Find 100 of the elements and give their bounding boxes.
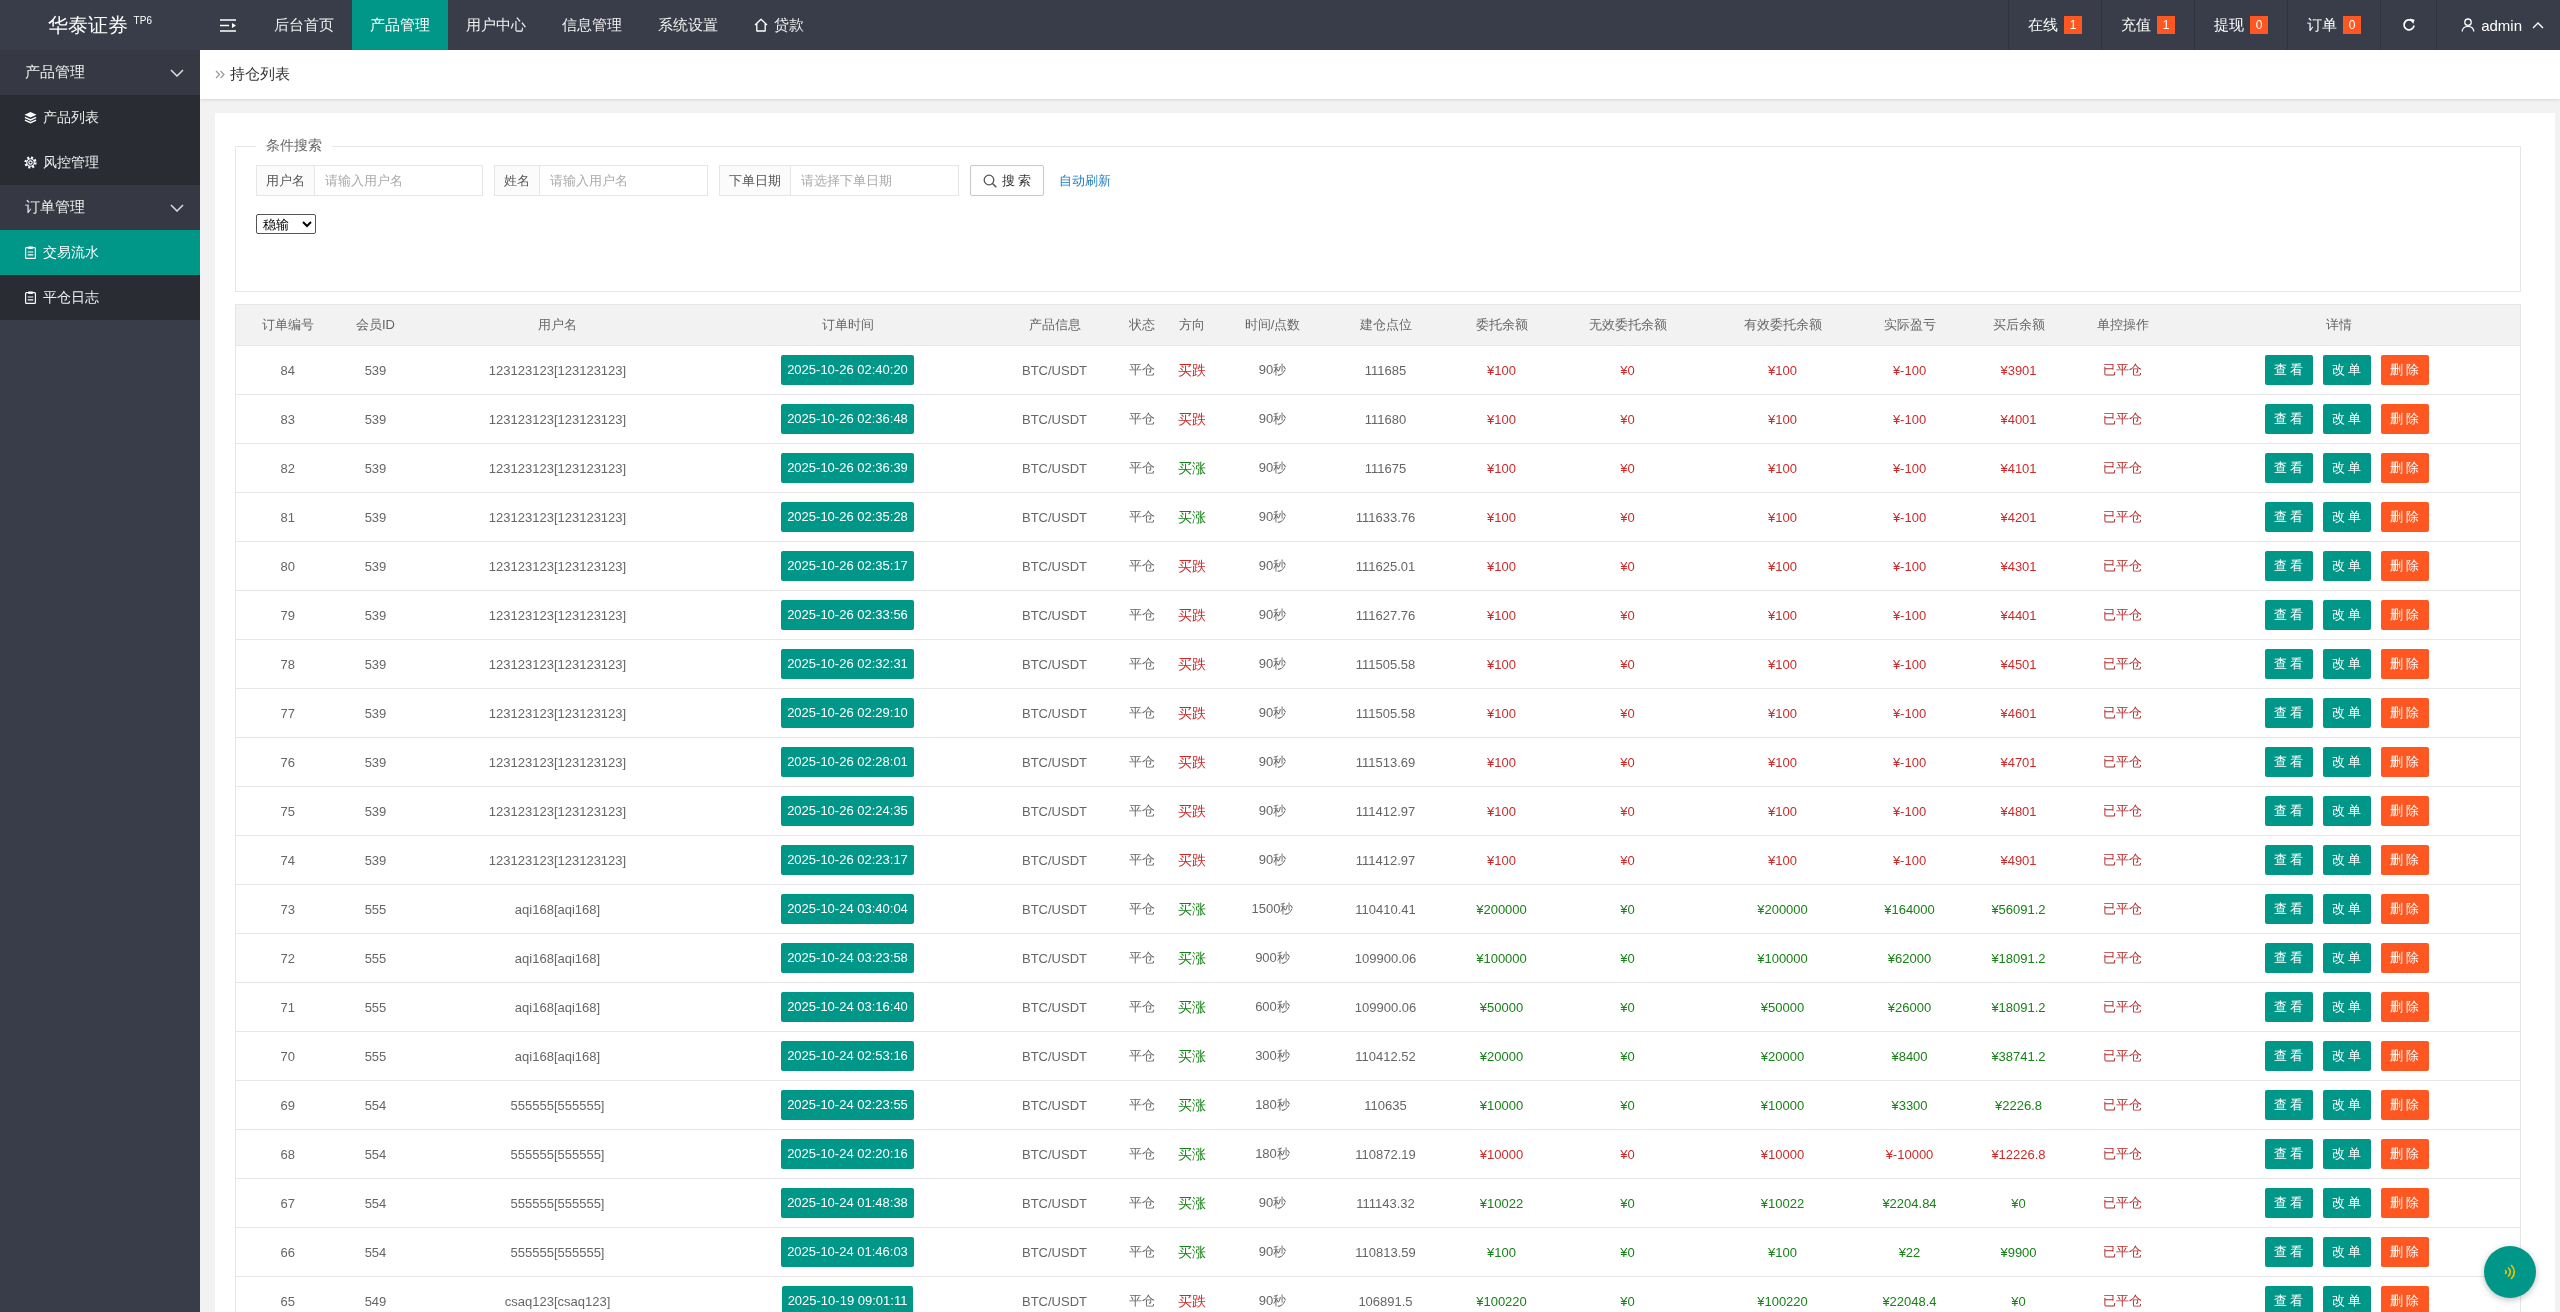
sidebar-item[interactable]: 产品列表 (0, 95, 200, 140)
row-action-button[interactable]: 删除 (2380, 747, 2429, 777)
search-icon (982, 173, 997, 188)
row-action-button[interactable]: 查看 (2264, 404, 2313, 434)
row-action-button[interactable]: 查看 (2264, 747, 2313, 777)
sidebar-item[interactable]: 风控管理 (0, 140, 200, 185)
row-action-button[interactable]: 改单 (2322, 1041, 2371, 1071)
row-action-button[interactable]: 查看 (2264, 943, 2313, 973)
table-cell: 平仓 (1117, 1129, 1166, 1179)
row-action-button[interactable]: 改单 (2322, 845, 2371, 875)
row-action-button[interactable]: 删除 (2380, 1237, 2429, 1267)
row-action-button[interactable]: 删除 (2380, 992, 2429, 1022)
row-action-button[interactable]: 删除 (2380, 600, 2429, 630)
row-action-button[interactable]: 改单 (2322, 649, 2371, 679)
row-action-button[interactable]: 改单 (2322, 551, 2371, 581)
nav-tab[interactable]: 贷款 (736, 0, 822, 50)
row-action-button[interactable]: 查看 (2264, 1237, 2313, 1267)
breadcrumb-item[interactable]: 持仓列表 (230, 65, 290, 84)
row-action-button[interactable]: 查看 (2264, 355, 2313, 385)
table-cell: ¥56091.2 (1949, 884, 2088, 934)
row-action-button[interactable]: 改单 (2322, 502, 2371, 532)
row-action-button[interactable]: 改单 (2322, 1286, 2371, 1312)
row-action-button[interactable]: 查看 (2264, 1090, 2313, 1120)
row-action-button[interactable]: 改单 (2322, 1188, 2371, 1218)
row-action-button[interactable]: 查看 (2264, 453, 2313, 483)
table-cell: 90秒 (1217, 394, 1328, 444)
order-time-tag: 2025-10-26 02:36:39 (781, 453, 914, 483)
row-action-button[interactable]: 改单 (2322, 404, 2371, 434)
row-action-button[interactable]: 删除 (2380, 502, 2429, 532)
row-action-button[interactable]: 查看 (2264, 796, 2313, 826)
row-action-button[interactable]: 查看 (2264, 1286, 2313, 1312)
table-cell: 90秒 (1217, 1276, 1328, 1312)
mode-select[interactable]: 稳输 (256, 214, 316, 234)
row-action-button[interactable]: 删除 (2380, 698, 2429, 728)
row-action-button[interactable]: 改单 (2322, 992, 2371, 1022)
order-time-tag: 2025-10-26 02:29:10 (781, 698, 914, 728)
row-action-button[interactable]: 查看 (2264, 698, 2313, 728)
row-action-button[interactable]: 删除 (2380, 943, 2429, 973)
auto-refresh-link[interactable]: 自动刷新 (1059, 171, 1111, 190)
text-input[interactable]: 请输入用户名 (540, 165, 708, 196)
row-action-button[interactable]: 删除 (2380, 551, 2429, 581)
nav-tab[interactable]: 后台首页 (256, 0, 352, 50)
row-action-button[interactable]: 改单 (2322, 943, 2371, 973)
row-action-button[interactable]: 改单 (2322, 1237, 2371, 1267)
row-action-button[interactable]: 改单 (2322, 698, 2371, 728)
row-action-button[interactable]: 删除 (2380, 894, 2429, 924)
row-action-button[interactable]: 查看 (2264, 1139, 2313, 1169)
table-cell: BTC/USDT (991, 394, 1118, 444)
nav-tab[interactable]: 用户中心 (448, 0, 544, 50)
row-action-button[interactable]: 改单 (2322, 796, 2371, 826)
table-cell: aqi168[aqi168] (411, 1031, 704, 1081)
nav-tab[interactable]: 产品管理 (352, 0, 448, 50)
row-action-button[interactable]: 删除 (2380, 355, 2429, 385)
nav-tab[interactable]: 信息管理 (544, 0, 640, 50)
table-cell: 539 (339, 394, 412, 444)
row-action-button[interactable]: 改单 (2322, 1139, 2371, 1169)
table-cell: ¥10022 (1443, 1178, 1560, 1228)
row-action-button[interactable]: 删除 (2380, 1139, 2429, 1169)
nav-tab[interactable]: 系统设置 (640, 0, 736, 50)
row-action-button[interactable]: 改单 (2322, 600, 2371, 630)
text-input[interactable]: 请选择下单日期 (791, 165, 959, 196)
row-action-button[interactable]: 查看 (2264, 502, 2313, 532)
text-input[interactable]: 请输入用户名 (315, 165, 483, 196)
row-action-button[interactable]: 删除 (2380, 649, 2429, 679)
row-action-button[interactable]: 删除 (2380, 796, 2429, 826)
table-cell: 73 (235, 884, 340, 934)
sidebar-item[interactable]: 交易流水 (0, 230, 200, 275)
sidebar-item[interactable]: 平仓日志 (0, 275, 200, 320)
table-cell: 539 (339, 786, 412, 836)
sidebar-group[interactable]: 产品管理 (0, 50, 200, 95)
table-cell: 90秒 (1217, 1227, 1328, 1277)
search-button[interactable]: 搜 索 (970, 165, 1044, 196)
row-action-button[interactable]: 删除 (2380, 1041, 2429, 1071)
sidebar-group[interactable]: 订单管理 (0, 185, 200, 230)
row-action-button[interactable]: 查看 (2264, 649, 2313, 679)
table-cell: 539 (339, 688, 412, 738)
row-action-button[interactable]: 删除 (2380, 1188, 2429, 1218)
row-action-button[interactable]: 查看 (2264, 1041, 2313, 1071)
column-header: 实际盈亏 (1869, 304, 1950, 346)
row-action-button[interactable]: 删除 (2380, 1090, 2429, 1120)
row-action-button[interactable]: 改单 (2322, 894, 2371, 924)
order-time-tag: 2025-10-26 02:40:20 (781, 355, 914, 385)
row-action-button[interactable]: 查看 (2264, 1188, 2313, 1218)
row-action-button[interactable]: 查看 (2264, 551, 2313, 581)
row-action-button[interactable]: 删除 (2380, 453, 2429, 483)
row-action-button[interactable]: 查看 (2264, 992, 2313, 1022)
row-action-button[interactable]: 删除 (2380, 845, 2429, 875)
row-action-button[interactable]: 删除 (2380, 404, 2429, 434)
table-cell: ¥100 (1443, 541, 1560, 591)
row-action-button[interactable]: 改单 (2322, 453, 2371, 483)
row-action-button[interactable]: 删除 (2380, 1286, 2429, 1312)
table-cell: BTC/USDT (991, 541, 1118, 591)
table-cell: ¥100220 (1443, 1276, 1560, 1312)
table-cell: 90秒 (1217, 541, 1328, 591)
row-action-button[interactable]: 改单 (2322, 747, 2371, 777)
row-action-button[interactable]: 查看 (2264, 600, 2313, 630)
row-action-button[interactable]: 查看 (2264, 845, 2313, 875)
row-action-button[interactable]: 改单 (2322, 1090, 2371, 1120)
row-action-button[interactable]: 查看 (2264, 894, 2313, 924)
row-action-button[interactable]: 改单 (2322, 355, 2371, 385)
